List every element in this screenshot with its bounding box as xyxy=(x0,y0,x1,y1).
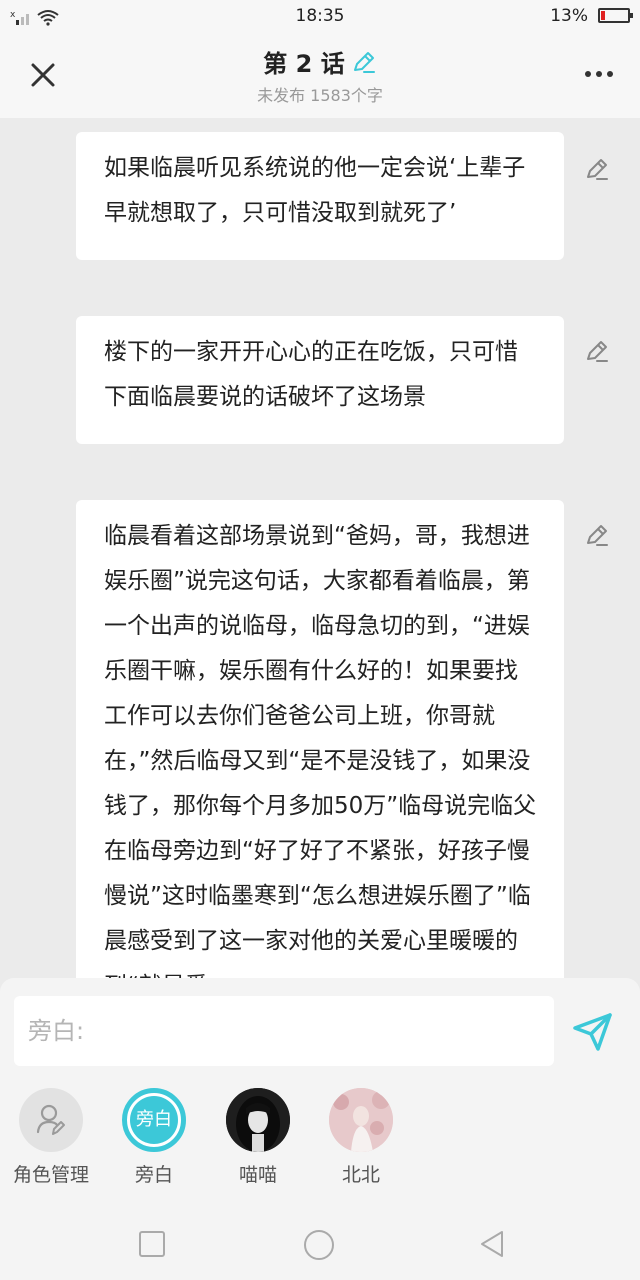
edit-card-icon[interactable] xyxy=(584,522,610,548)
user-edit-icon xyxy=(36,1104,65,1135)
more-icon[interactable] xyxy=(584,64,614,84)
miaomiao-avatar xyxy=(226,1088,290,1152)
page-title-wrap[interactable]: 第 2 话 xyxy=(0,44,640,81)
story-card[interactable]: 楼下的一家开开心心的正在吃饭，只可惜下面临晨要说的话破坏了这场景 xyxy=(76,316,564,444)
narrator-avatar-text: 旁白 xyxy=(130,1096,178,1144)
story-card[interactable]: 如果临晨听见系统说的他一定会说‘上辈子早就想取了，只可惜没取到就死了’ xyxy=(76,132,564,260)
edit-title-icon[interactable] xyxy=(351,49,377,81)
role-label: 角色管理 xyxy=(12,1164,89,1186)
recent-apps-icon[interactable] xyxy=(136,1228,168,1260)
role-beibei[interactable]: 北北 xyxy=(311,1088,411,1187)
edit-card-icon[interactable] xyxy=(584,338,610,364)
send-icon[interactable] xyxy=(570,1008,616,1054)
composer-input-box[interactable] xyxy=(14,996,554,1066)
role-manage[interactable]: 角色管理 xyxy=(1,1088,101,1187)
home-icon[interactable] xyxy=(302,1228,334,1260)
story-content[interactable]: 如果临晨听见系统说的他一定会说‘上辈子早就想取了，只可惜没取到就死了’ 楼下的一… xyxy=(0,118,640,978)
role-narrator[interactable]: 旁白 旁白 xyxy=(104,1088,204,1187)
system-nav-bar xyxy=(0,1208,640,1280)
role-label: 喵喵 xyxy=(238,1164,277,1186)
card-text: 临晨看着这部场景说到“爸妈，哥，我想进娱乐圈”说完这句话，大家都看着临晨，第一个… xyxy=(104,523,537,978)
role-miaomiao[interactable]: 喵喵 xyxy=(208,1088,308,1187)
status-bar: x 18:35 13% xyxy=(0,0,640,34)
clock: 18:35 xyxy=(295,6,345,26)
page-subtitle: 未发布 1583个字 xyxy=(257,86,383,105)
role-label: 旁白 xyxy=(134,1164,173,1186)
role-label: 北北 xyxy=(341,1164,380,1186)
story-card[interactable]: 临晨看着这部场景说到“爸妈，哥，我想进娱乐圈”说完这句话，大家都看着临晨，第一个… xyxy=(76,500,564,978)
back-icon[interactable] xyxy=(476,1228,508,1260)
edit-card-icon[interactable] xyxy=(584,156,610,182)
header: 第 2 话 未发布 1583个字 xyxy=(0,34,640,118)
beibei-avatar xyxy=(329,1088,393,1152)
battery-icon xyxy=(598,8,633,23)
card-text: 如果临晨听见系统说的他一定会说‘上辈子早就想取了，只可惜没取到就死了’ xyxy=(104,155,526,226)
card-text: 楼下的一家开开心心的正在吃饭，只可惜下面临晨要说的话破坏了这场景 xyxy=(104,339,518,410)
page-title[interactable]: 第 2 话 xyxy=(263,50,344,78)
narrator-avatar: 旁白 xyxy=(122,1088,186,1152)
role-manage-avatar xyxy=(19,1088,83,1152)
battery-percent: 13% xyxy=(550,6,588,26)
narration-input[interactable] xyxy=(14,996,554,1066)
